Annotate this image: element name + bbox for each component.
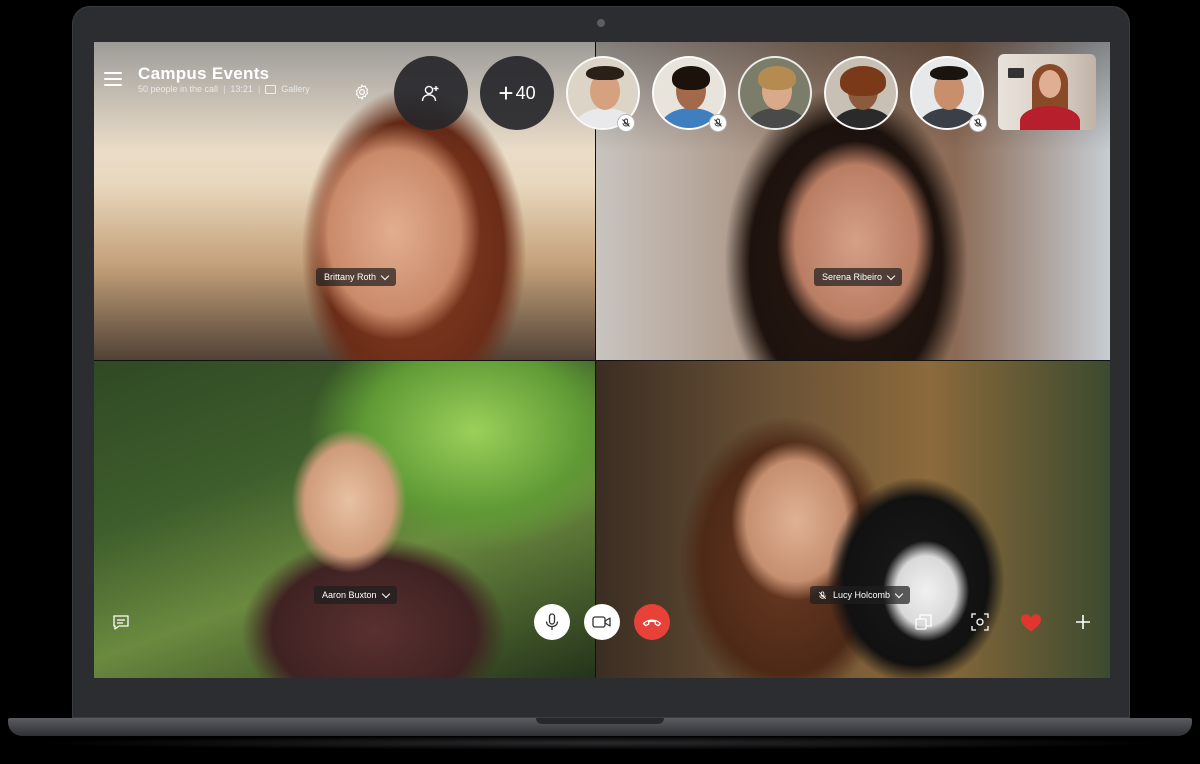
chevron-down-icon	[894, 589, 904, 598]
more-participants-button[interactable]: + 40	[480, 56, 554, 130]
participant-name-tag[interactable]: Lucy Holcomb	[810, 586, 911, 604]
muted-mic-icon	[709, 114, 727, 132]
separator: |	[223, 84, 226, 94]
participant-avatar[interactable]	[738, 56, 812, 130]
participant-name-tag[interactable]: Brittany Roth	[316, 268, 397, 286]
plus-icon[interactable]	[1074, 613, 1092, 631]
chevron-down-icon	[380, 271, 390, 280]
muted-mic-icon	[819, 590, 826, 599]
video-tile-aaron[interactable]	[94, 361, 595, 678]
avatar-hair	[840, 66, 886, 96]
chevron-down-icon	[886, 271, 896, 280]
call-subtitle: 50 people in the call | 13:21 | Gallery	[138, 84, 310, 94]
microphone-button[interactable]	[534, 604, 570, 640]
end-call-button[interactable]	[634, 604, 670, 640]
avatar-body	[832, 108, 894, 128]
avatar-face	[1039, 70, 1061, 98]
video-button[interactable]	[584, 604, 620, 640]
avatar-hair	[758, 66, 796, 90]
wall-picture	[1008, 68, 1024, 78]
add-people-button[interactable]	[394, 56, 468, 130]
muted-mic-icon	[969, 114, 987, 132]
avatar-hair	[586, 66, 624, 80]
self-view-thumbnail[interactable]	[998, 54, 1096, 130]
participant-name-tag[interactable]: Serena Ribeiro	[814, 268, 903, 286]
avatar-body	[746, 108, 808, 128]
hamburger-menu-icon[interactable]	[104, 72, 122, 86]
chevron-down-icon	[381, 589, 390, 598]
call-time: 13:21	[230, 84, 253, 94]
gallery-view-label[interactable]: Gallery	[281, 84, 310, 94]
participant-name: Aaron Buxton	[322, 590, 377, 600]
microphone-icon	[545, 613, 559, 630]
participant-name: Serena Ribeiro	[822, 272, 883, 282]
gallery-view-icon[interactable]	[265, 84, 277, 94]
avatar-hair	[930, 66, 968, 80]
switch-camera-icon[interactable]	[914, 612, 934, 632]
separator: |	[257, 84, 261, 94]
heart-icon[interactable]	[1020, 613, 1042, 633]
more-participants-count: 40	[515, 82, 536, 103]
plus-icon: +	[498, 78, 514, 108]
participant-name-tag[interactable]: Aaron Buxton	[314, 586, 397, 604]
end-call-icon	[642, 619, 662, 627]
laptop-shadow	[30, 736, 1170, 750]
add-person-icon	[421, 85, 439, 102]
gear-icon[interactable]	[353, 83, 371, 101]
video-camera-icon	[592, 616, 611, 628]
webcam	[597, 19, 605, 27]
participant-name: Lucy Holcomb	[833, 590, 891, 600]
participant-avatar[interactable]	[824, 56, 898, 130]
muted-mic-icon	[617, 114, 635, 132]
snapshot-icon[interactable]	[970, 612, 990, 632]
people-count-text: 50 people in the call	[138, 84, 219, 94]
call-title: Campus Events	[138, 64, 270, 83]
avatar-hair	[672, 66, 710, 90]
chat-icon[interactable]	[112, 614, 130, 632]
participant-name: Brittany Roth	[324, 272, 377, 282]
laptop-base-notch	[536, 718, 664, 724]
avatar-body	[1020, 106, 1080, 130]
video-call-screen: Campus Events 50 people in the call | 13…	[94, 42, 1110, 678]
